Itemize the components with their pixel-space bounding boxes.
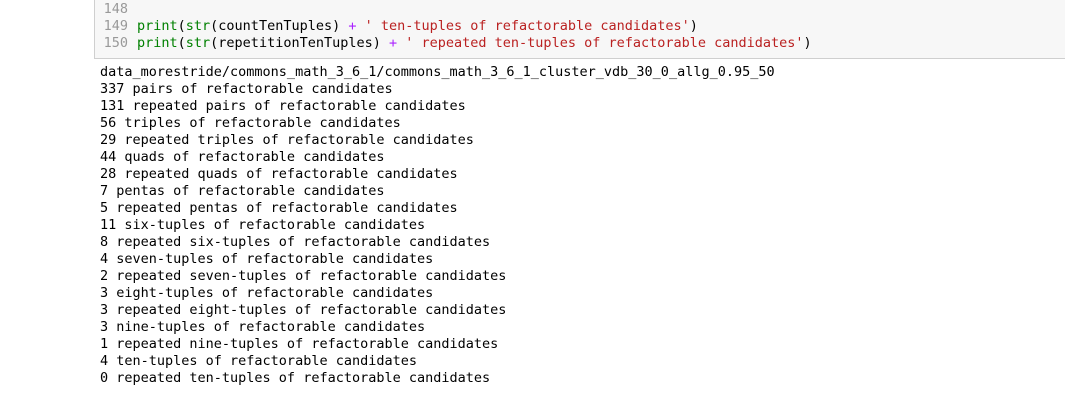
code-line[interactable]: 148: [95, 1, 137, 18]
output-line: 4 ten-tuples of refactorable candidates: [100, 353, 417, 369]
code-token: ' repeated ten-tuples of refactorable ca…: [405, 35, 804, 51]
line-number: 150: [103, 35, 128, 51]
output-line: 3 repeated eight-tuples of refactorable …: [100, 302, 507, 318]
code-token: str: [185, 18, 211, 34]
code-token: (repetitionTenTuples): [210, 35, 389, 51]
output-line: 1 repeated nine-tuples of refactorable c…: [100, 336, 499, 352]
code-token: print: [137, 35, 178, 51]
output-line: 56 triples of refactorable candidates: [100, 115, 401, 131]
code-line[interactable]: 150 print(str(repetitionTenTuples) + ' re…: [95, 35, 812, 52]
code-line[interactable]: 149 print(str(countTenTuples) + ' ten-tup…: [95, 18, 698, 35]
line-number: 148: [103, 1, 128, 17]
output-line: 29 repeated triples of refactorable cand…: [100, 132, 474, 148]
output-line: data_morestride/commons_math_3_6_1/commo…: [100, 64, 775, 80]
code-token: (: [177, 18, 186, 34]
output-line: 337 pairs of refactorable candidates: [100, 81, 393, 97]
output-line: 3 eight-tuples of refactorable candidate…: [100, 285, 434, 301]
line-number: 149: [103, 18, 128, 34]
code-token: ' ten-tuples of refactorable candidates': [364, 18, 690, 34]
output-line: 5 repeated pentas of refactorable candid…: [100, 200, 458, 216]
code-token: print: [137, 18, 178, 34]
output-line: 4 seven-tuples of refactorable candidate…: [100, 251, 434, 267]
code-token: +: [388, 35, 398, 51]
code-token: (: [177, 35, 186, 51]
code-cell-editor[interactable]: 148 149 print(str(countTenTuples) + ' ten-…: [94, 0, 1065, 59]
output-line: 8 repeated six-tuples of refactorable ca…: [100, 234, 491, 250]
output-line: 7 pentas of refactorable candidates: [100, 183, 385, 199]
code-token: (countTenTuples): [210, 18, 349, 34]
output-line: 11 six-tuples of refactorable candidates: [100, 217, 426, 233]
output-line: 44 quads of refactorable candidates: [100, 149, 385, 165]
cell-output-area: data_morestride/commons_math_3_6_1/commo…: [100, 64, 1000, 387]
code-token: ): [689, 18, 698, 34]
output-line: 0 repeated ten-tuples of refactorable ca…: [100, 370, 491, 386]
code-token: str: [185, 35, 211, 51]
code-token: ): [803, 35, 812, 51]
output-line: 3 nine-tuples of refactorable candidates: [100, 319, 426, 335]
output-line: 28 repeated quads of refactorable candid…: [100, 166, 458, 182]
output-line: 131 repeated pairs of refactorable candi…: [100, 98, 466, 114]
output-line: 2 repeated seven-tuples of refactorable …: [100, 268, 507, 284]
